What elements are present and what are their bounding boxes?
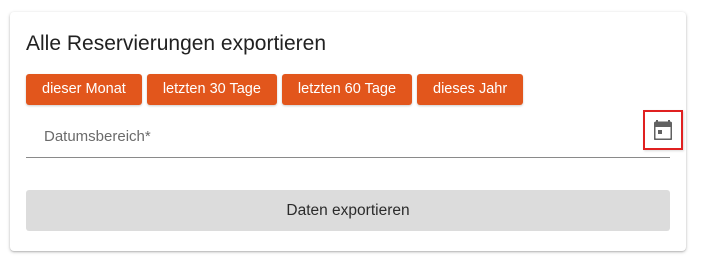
calendar-icon (654, 120, 672, 140)
last-60-days-button[interactable]: letzten 60 Tage (281, 74, 413, 105)
quick-range-buttons: dieser Monat letzten 30 Tage letzten 60 … (26, 74, 524, 105)
export-data-button[interactable]: Daten exportieren (26, 190, 670, 231)
this-year-button[interactable]: dieses Jahr (417, 74, 524, 105)
date-range-input[interactable] (26, 117, 644, 155)
card-title: Alle Reservierungen exportieren (26, 32, 326, 55)
this-month-button[interactable]: dieser Monat (26, 74, 142, 105)
date-range-field (26, 110, 683, 158)
export-card: Alle Reservierungen exportieren dieser M… (10, 12, 686, 251)
calendar-button[interactable] (643, 110, 683, 150)
last-30-days-button[interactable]: letzten 30 Tage (146, 74, 277, 105)
